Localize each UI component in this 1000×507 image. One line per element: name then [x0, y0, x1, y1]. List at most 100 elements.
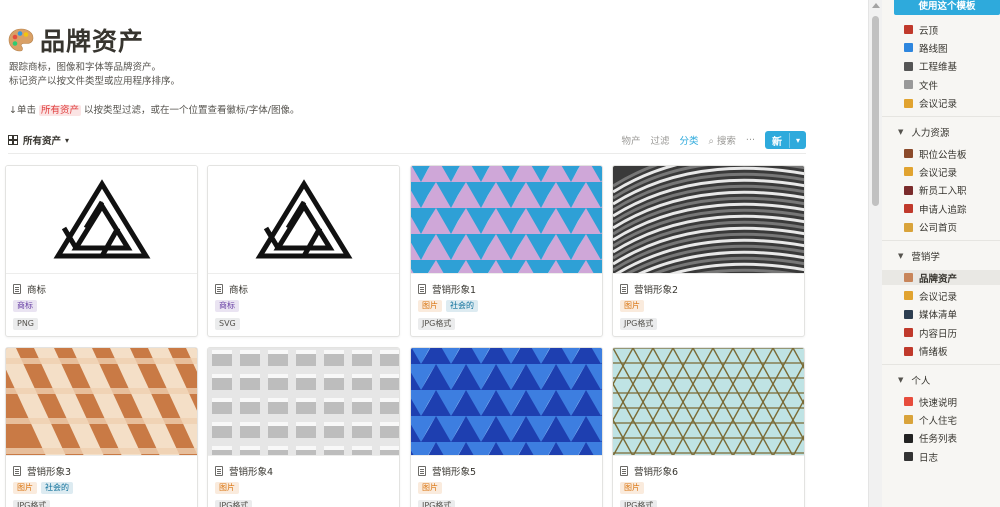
- file-format-tag: JPG格式: [418, 318, 456, 330]
- page-icon: [215, 284, 223, 294]
- type-tag: 图片: [418, 300, 442, 312]
- card-tags: 商标: [215, 300, 239, 312]
- gallery-card[interactable]: 营销形象5 图片 JPG格式: [410, 347, 603, 507]
- sidebar-section-header[interactable]: ▼ 个人: [898, 372, 930, 387]
- title-row: 品牌资产: [8, 22, 144, 58]
- page-description-line1: 跟踪商标，图像和字体等品牌资产。: [9, 62, 162, 73]
- page-icon: [13, 284, 21, 294]
- chevron-down-icon: ▾: [65, 135, 70, 145]
- gallery-card[interactable]: 营销形象1 图片 社会的 JPG格式: [410, 165, 603, 337]
- check-icon: [904, 433, 913, 443]
- pin-icon: [904, 397, 913, 406]
- collapse-triangle-icon[interactable]: ▼: [898, 128, 903, 136]
- type-tag: 图片: [620, 300, 644, 312]
- card-title-text: 商标: [27, 285, 47, 296]
- gallery-card[interactable]: 营销形象4 图片 JPG格式: [207, 347, 400, 507]
- collapse-triangle-icon[interactable]: ▼: [898, 252, 903, 260]
- sidebar-page-link[interactable]: 会议记录: [904, 96, 957, 111]
- view-mention-link[interactable]: 所有资产: [39, 105, 82, 116]
- sort-button[interactable]: 分类: [680, 133, 699, 147]
- sidebar-page-label: 文件: [919, 80, 939, 92]
- gallery-card[interactable]: 营销形象2 图片 JPG格式: [612, 165, 805, 337]
- calendar-icon: [904, 328, 913, 338]
- sidebar-section-header[interactable]: ▼ 营销学: [898, 248, 940, 263]
- card-title: 营销形象5: [418, 464, 476, 478]
- card-title: 商标: [215, 282, 248, 296]
- view-selector[interactable]: 所有资产 ▾: [8, 133, 69, 147]
- sidebar-section-title: 个人: [911, 375, 931, 387]
- badge-icon: [904, 204, 913, 214]
- sidebar-section-header[interactable]: ▼ 人力资源: [898, 124, 949, 139]
- sidebar-page-label: 任务列表: [919, 434, 958, 446]
- sidebar-divider: [882, 364, 1000, 365]
- page-icon: [620, 466, 628, 476]
- card-tags: 图片: [418, 482, 442, 494]
- new-button[interactable]: 新 ▾: [764, 131, 806, 149]
- sidebar-page-link[interactable]: 路线图: [904, 40, 948, 55]
- card-title-text: 营销形象1: [432, 285, 477, 296]
- scrollbar[interactable]: [868, 0, 882, 507]
- page-hint: ↓单击 所有资产 以按类型过滤，或在一个位置查看徽标/字体/图像。: [9, 104, 299, 117]
- sidebar-divider: [882, 240, 1000, 241]
- card-title-text: 商标: [229, 285, 249, 296]
- map-icon: [904, 43, 913, 53]
- properties-button[interactable]: 物产: [622, 133, 641, 147]
- sidebar-page-link[interactable]: 日志: [904, 449, 938, 464]
- page-icon: [215, 466, 223, 476]
- pencil-icon: [904, 291, 913, 301]
- sidebar-page-link[interactable]: 工程维基: [904, 59, 957, 74]
- sidebar-page-link[interactable]: 内容日历: [904, 325, 957, 340]
- card-cover-image: [411, 166, 602, 274]
- more-options-button[interactable]: ···: [746, 135, 755, 146]
- sidebar-page-link[interactable]: 会议记录: [904, 288, 957, 303]
- gallery-card[interactable]: 商标 商标 SVG: [207, 165, 400, 337]
- new-button-label: 新: [765, 132, 790, 148]
- gallery-card[interactable]: 营销形象3 图片 社会的 JPG格式: [5, 347, 198, 507]
- sidebar-page-label: 路线图: [919, 43, 948, 55]
- filter-button[interactable]: 过滤: [651, 133, 670, 147]
- page-icon: [418, 466, 426, 476]
- megaphone-icon: [904, 309, 913, 319]
- main-content: 品牌资产 跟踪商标，图像和字体等品牌资产。 标记资产以按文件类型或应用程序排序。…: [0, 0, 868, 507]
- hint-prefix: ↓单击: [9, 105, 36, 116]
- sidebar-page-label: 申请人追踪: [919, 204, 967, 216]
- sidebar-page-label: 公司首页: [919, 223, 958, 235]
- sidebar-page-link[interactable]: 云顶: [904, 22, 938, 37]
- search-button[interactable]: ⌕ 搜索: [709, 133, 736, 147]
- sidebar-page-link[interactable]: 快速说明: [904, 394, 957, 409]
- card-title-text: 营销形象4: [229, 467, 274, 478]
- frame-icon: [904, 346, 913, 356]
- sidebar-page-link[interactable]: 个人住宅: [904, 412, 957, 427]
- collapse-triangle-icon[interactable]: ▼: [898, 376, 903, 384]
- page-icon: [13, 466, 21, 476]
- sidebar-page-label: 媒体清单: [919, 310, 958, 322]
- sidebar-page-link[interactable]: 会议记录: [904, 164, 957, 179]
- sidebar-page-link[interactable]: 新员工入职: [904, 183, 967, 198]
- card-title-text: 营销形象6: [634, 467, 679, 478]
- table-icon: [8, 135, 18, 145]
- sidebar-page-link[interactable]: 任务列表: [904, 431, 957, 446]
- page-icon: [620, 284, 628, 294]
- gallery-card[interactable]: 商标 商标 PNG: [5, 165, 198, 337]
- people-icon: [904, 185, 913, 195]
- chevron-down-icon[interactable]: ▾: [790, 136, 806, 145]
- sidebar-page-link[interactable]: 公司首页: [904, 220, 957, 235]
- sidebar-page-link[interactable]: 媒体清单: [904, 307, 957, 322]
- sidebar-page-label: 品牌资产: [919, 273, 958, 285]
- use-template-button[interactable]: 使用这个模板: [894, 0, 1000, 15]
- sidebar-page-link[interactable]: 品牌资产: [882, 270, 1000, 285]
- scrollbar-thumb[interactable]: [872, 16, 879, 206]
- gallery-card[interactable]: 营销形象6 图片 JPG格式: [612, 347, 805, 507]
- sidebar-page-label: 个人住宅: [919, 415, 958, 427]
- sidebar-page-link[interactable]: 申请人追踪: [904, 201, 967, 216]
- sidebar-page-link[interactable]: 情绪板: [904, 344, 948, 359]
- card-cover-image: [6, 348, 197, 456]
- type-tag: 图片: [13, 482, 37, 494]
- sidebar-page-link[interactable]: 文件: [904, 77, 938, 92]
- page-description-line2: 标记资产以按文件类型或应用程序排序。: [9, 76, 181, 87]
- sidebar-page-label: 工程维基: [919, 62, 958, 74]
- pencil-icon: [904, 167, 913, 177]
- scroll-up-arrow-icon[interactable]: [872, 3, 880, 8]
- sidebar-page-link[interactable]: 职位公告板: [904, 146, 967, 161]
- type-tag: 社会的: [41, 482, 73, 494]
